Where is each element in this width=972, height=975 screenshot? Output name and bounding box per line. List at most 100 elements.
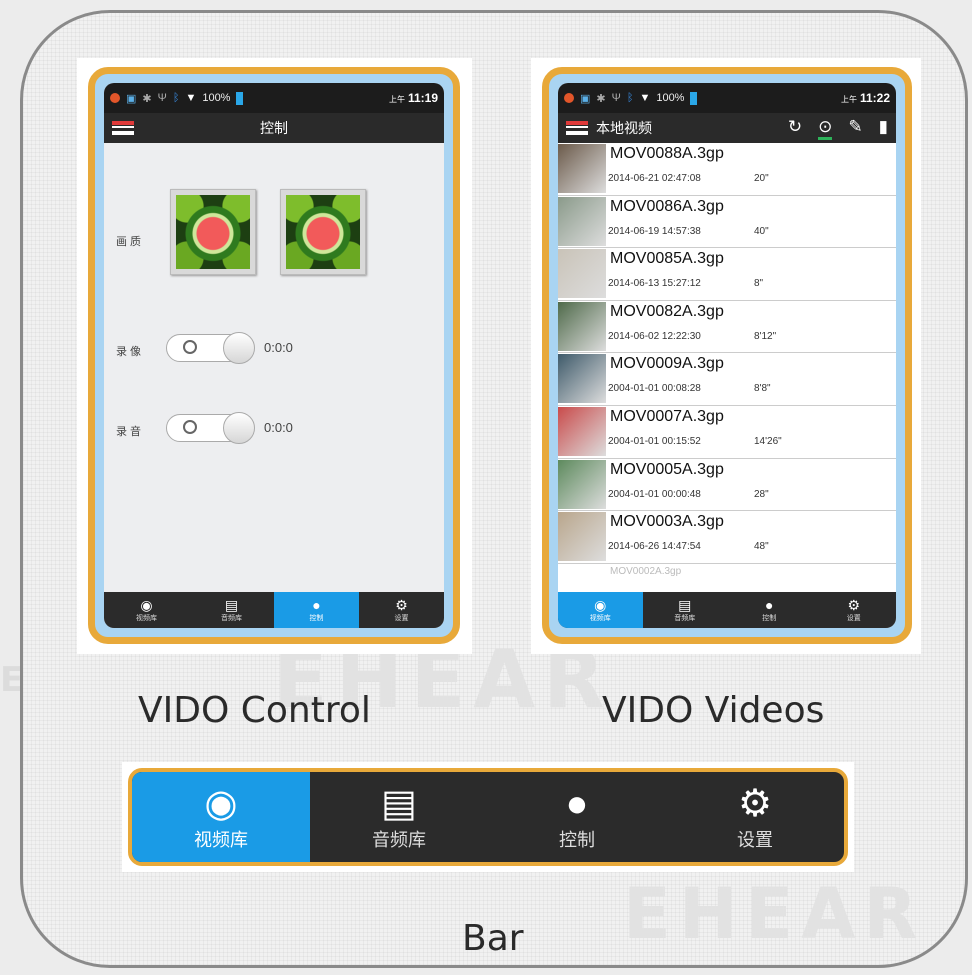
nav-label: 控制 xyxy=(309,615,324,622)
nav-label: 设置 xyxy=(737,830,773,850)
tape-icon: ▤ xyxy=(381,783,417,825)
video-duration: 14'26" xyxy=(754,435,782,447)
video-duration: 40" xyxy=(754,225,769,237)
play-icon[interactable]: ⊙ xyxy=(818,117,833,140)
notification-icon xyxy=(110,93,120,103)
page-title: 本地视频 xyxy=(596,120,652,136)
quality-option-low[interactable] xyxy=(280,189,366,275)
nav-audio-library[interactable]: ▤ 音频库 xyxy=(643,592,728,628)
nav-video-library[interactable]: ◉ 视频库 xyxy=(132,772,310,862)
clock-ampm: 上午 xyxy=(840,95,857,104)
notification-icon xyxy=(564,93,574,103)
video-list-item[interactable]: MOV0009A.3gp 2004-01-01 00:08:28 8'8" xyxy=(558,353,896,406)
camera-icon: ◉ xyxy=(594,597,607,613)
record-audio-timer: 0:0:0 xyxy=(264,420,293,435)
video-thumbnail xyxy=(558,459,606,509)
video-list-item[interactable]: MOV0007A.3gp 2004-01-01 00:15:52 14'26" xyxy=(558,406,896,459)
video-thumbnail xyxy=(558,196,606,246)
toggle-knob[interactable] xyxy=(223,332,255,364)
nav-label: 控制 xyxy=(559,830,595,850)
video-list-item-partial[interactable]: MOV0002A.3gp xyxy=(558,564,896,592)
video-name: MOV0009A.3gp xyxy=(610,355,724,373)
tape-icon: ▤ xyxy=(224,597,239,613)
nav-video-library[interactable]: ◉ 视频库 xyxy=(104,592,189,628)
video-list-item[interactable]: MOV0005A.3gp 2004-01-01 00:00:48 28" xyxy=(558,459,896,512)
nav-audio-library[interactable]: ▤ 音频库 xyxy=(310,772,488,862)
clock-ampm: 上午 xyxy=(388,95,405,104)
camera-icon: ◉ xyxy=(140,597,153,613)
nav-settings[interactable]: ⚙ 设置 xyxy=(812,592,897,628)
record-audio-label: 录 音 xyxy=(116,426,142,438)
gear-icon: ⚙ xyxy=(847,597,861,613)
trash-icon[interactable]: ▮ xyxy=(879,117,888,140)
video-list: MOV0088A.3gp 2014-06-21 02:47:08 20" MOV008… xyxy=(558,143,896,592)
video-name: MOV0005A.3gp xyxy=(610,460,724,478)
android-icon: ✱ xyxy=(596,92,606,105)
video-date: 2004-01-01 00:15:52 xyxy=(608,435,701,447)
nav-label: 音频库 xyxy=(674,615,696,622)
clock-time: 11:19 xyxy=(407,91,438,105)
video-duration: 8'12" xyxy=(754,330,777,342)
video-duration: 20" xyxy=(754,173,769,184)
toggle-knob[interactable] xyxy=(223,412,255,444)
bottom-nav: ◉ 视频库 ▤ 音频库 ● 控制 ⚙ 设置 xyxy=(104,592,444,628)
quality-label: 画 质 xyxy=(116,236,142,248)
title-bar: 本地视频 ↻ ⊙ ✎ ▮ xyxy=(558,113,896,143)
record-video-toggle[interactable] xyxy=(166,332,255,364)
quality-option-high[interactable] xyxy=(170,189,256,275)
control-screenshot-panel: ▣ ✱ Ψ ᛒ ▼ 100% 上午11:19 控制 画 质 录 像 0:0:0 xyxy=(77,58,472,654)
nav-settings[interactable]: ⚙ 设置 xyxy=(359,592,444,628)
usb-icon: Ψ xyxy=(157,92,167,104)
caption-bar: Bar xyxy=(462,918,524,959)
video-name: MOV0088A.3gp xyxy=(610,145,724,162)
video-list-item[interactable]: MOV0086A.3gp 2014-06-19 14:57:38 40" xyxy=(558,196,896,249)
video-date: 2014-06-21 02:47:08 xyxy=(608,173,701,184)
nav-bar-frame: ◉ 视频库 ▤ 音频库 ● 控制 ⚙ 设置 xyxy=(128,768,848,866)
record-audio-toggle[interactable] xyxy=(166,412,255,444)
battery-level: 100% xyxy=(202,92,231,104)
video-duration: 8" xyxy=(754,278,764,290)
nav-label: 视频库 xyxy=(136,615,157,622)
nav-video-library[interactable]: ◉ 视频库 xyxy=(558,592,643,628)
alarm-icon: ● xyxy=(565,783,589,825)
toggle-off-icon xyxy=(183,340,197,354)
gear-icon: ⚙ xyxy=(737,783,773,825)
video-list-item[interactable]: MOV0088A.3gp 2014-06-21 02:47:08 20" xyxy=(558,143,896,196)
nav-control[interactable]: ● 控制 xyxy=(274,592,359,628)
video-date: 2014-06-13 15:27:12 xyxy=(608,278,701,290)
battery-icon xyxy=(236,91,244,105)
video-thumbnail xyxy=(558,512,606,562)
grapefruit-image xyxy=(176,195,250,269)
toggle-off-icon xyxy=(183,420,197,434)
clock: 上午 11:22 xyxy=(841,91,890,105)
videos-screenshot-panel: ▣ ✱ Ψ ᛒ ▼ 100% 上午 11:22 本地视频 ↻ ⊙ ✎ ▮ MOV0… xyxy=(531,58,921,654)
bag-icon: ▣ xyxy=(580,92,591,105)
video-thumbnail xyxy=(558,249,606,299)
video-name: MOV0007A.3gp xyxy=(610,407,724,425)
bluetooth-icon: ᛒ xyxy=(626,92,634,104)
video-date: 2014-06-26 14:47:54 xyxy=(608,541,701,553)
nav-control[interactable]: ● 控制 xyxy=(488,772,666,862)
videos-screen: ▣ ✱ Ψ ᛒ ▼ 100% 上午 11:22 本地视频 ↻ ⊙ ✎ ▮ MOV0… xyxy=(558,83,896,628)
alarm-icon: ● xyxy=(765,597,774,613)
edit-icon[interactable]: ✎ xyxy=(848,117,862,140)
toolbar-actions: ↻ ⊙ ✎ ▮ xyxy=(788,117,888,140)
nav-label: 设置 xyxy=(846,615,861,622)
video-list-item[interactable]: MOV0082A.3gp 2014-06-02 12:22:30 8'12" xyxy=(558,301,896,354)
bag-icon: ▣ xyxy=(126,92,137,105)
tape-icon: ▤ xyxy=(678,597,692,613)
nav-control[interactable]: ● 控制 xyxy=(727,592,812,628)
record-video-label: 录 像 xyxy=(116,346,142,358)
alarm-icon: ● xyxy=(312,597,321,613)
video-list-item[interactable]: MOV0085A.3gp 2014-06-13 15:27:12 8" xyxy=(558,248,896,301)
nav-settings[interactable]: ⚙ 设置 xyxy=(666,772,844,862)
refresh-icon[interactable]: ↻ xyxy=(788,117,802,140)
android-icon: ✱ xyxy=(142,92,152,105)
menu-icon[interactable] xyxy=(566,121,588,135)
video-list-item[interactable]: MOV0003A.3gp 2014-06-26 14:47:54 48" xyxy=(558,511,896,564)
nav-audio-library[interactable]: ▤ 音频库 xyxy=(189,592,274,628)
clock-time: 11:22 xyxy=(859,91,890,105)
video-date: 2004-01-01 00:08:28 xyxy=(608,383,701,395)
bottom-nav: ◉ 视频库 ▤ 音频库 ● 控制 ⚙ 设置 xyxy=(558,592,896,628)
nav-label: 音频库 xyxy=(372,830,426,850)
